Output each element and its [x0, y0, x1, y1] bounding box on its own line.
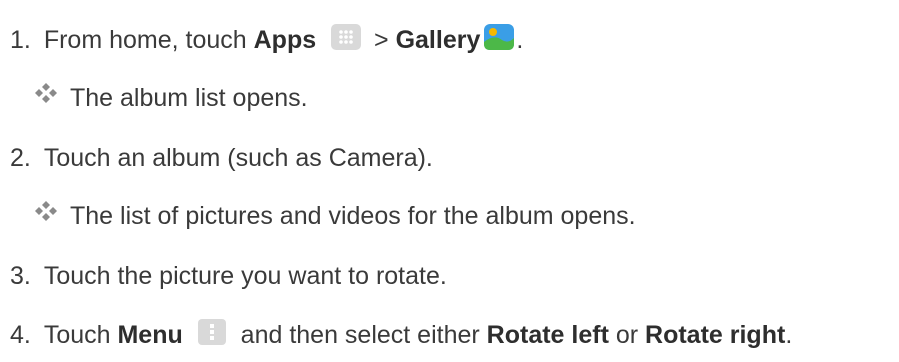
- step-2: 2. Touch an album (such as Camera).: [10, 143, 433, 173]
- step-text-end: .: [516, 26, 524, 54]
- step-3: 3. Touch the picture you want to rotate.: [10, 261, 447, 291]
- step-text-separator: >: [367, 26, 396, 54]
- step-4: 4. Touch Menu and then select either Rot…: [10, 319, 793, 350]
- menu-label: Menu: [117, 321, 183, 349]
- gallery-label: Gallery: [395, 26, 481, 54]
- step-number: 3.: [10, 262, 31, 290]
- instruction-document: 1. From home, touch Apps > Gallery . The…: [0, 0, 899, 362]
- gallery-icon: [482, 22, 516, 52]
- step-text-end: .: [785, 321, 793, 349]
- diamond-bullet-icon: [34, 82, 58, 104]
- step-text-middle: and then select either: [233, 321, 487, 349]
- apps-grid-icon: [331, 24, 362, 51]
- rotate-right-label: Rotate right: [645, 321, 786, 349]
- result-1: The album list opens.: [34, 83, 308, 113]
- step-text: Touch the picture you want to rotate.: [43, 262, 447, 290]
- step-text: Touch an album (such as Camera).: [43, 144, 433, 172]
- step-text-or: or: [608, 321, 646, 349]
- step-number: 1.: [10, 26, 31, 54]
- rotate-left-label: Rotate left: [486, 321, 609, 349]
- menu-overflow-icon: [197, 319, 226, 346]
- step-number: 2.: [10, 144, 31, 172]
- diamond-bullet-icon: [34, 200, 58, 222]
- step-text: Touch: [43, 321, 118, 349]
- step-number: 4.: [10, 321, 31, 349]
- result-text: The list of pictures and videos for the …: [70, 202, 636, 230]
- step-1: 1. From home, touch Apps > Gallery .: [10, 22, 524, 56]
- apps-label: Apps: [253, 26, 317, 54]
- result-text: The album list opens.: [70, 84, 308, 112]
- result-2: The list of pictures and videos for the …: [34, 201, 636, 231]
- step-text: From home, touch: [43, 26, 254, 54]
